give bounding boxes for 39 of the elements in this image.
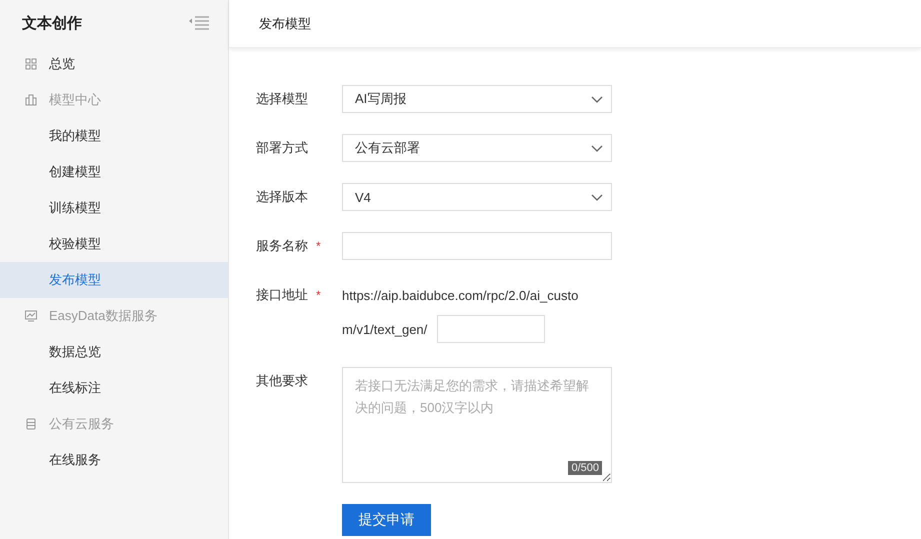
- chart-icon: [25, 310, 37, 322]
- submit-button[interactable]: 提交申请: [342, 504, 431, 536]
- nav-group-label: EasyData数据服务: [49, 307, 158, 325]
- field-label: 选择版本: [256, 188, 308, 206]
- nav-item[interactable]: 数据总览: [0, 334, 228, 370]
- chevron-down-icon: [591, 96, 603, 102]
- grid-icon: [25, 58, 37, 70]
- select-field[interactable]: V4: [342, 183, 612, 211]
- chevron-down-icon: [591, 144, 603, 152]
- nav-item[interactable]: 在线服务: [0, 442, 228, 478]
- input-field[interactable]: [342, 232, 612, 260]
- field-label: 服务名称: [256, 237, 308, 255]
- required-mark: *: [316, 239, 321, 253]
- select-field[interactable]: 公有云部署: [342, 134, 612, 162]
- field-label: 部署方式: [256, 139, 308, 157]
- nav-item[interactable]: 创建模型: [0, 154, 228, 190]
- nav-item[interactable]: 训练模型: [0, 190, 228, 226]
- field-label: 选择模型: [256, 90, 308, 108]
- url-text: https://aip.baidubce.com/rpc/2.0/ai_custo: [342, 288, 578, 302]
- input-field[interactable]: [437, 315, 546, 343]
- select-field[interactable]: AI写周报: [342, 85, 612, 113]
- nav-item[interactable]: 校验模型: [0, 226, 228, 262]
- collapse-menu-icon[interactable]: [189, 16, 210, 30]
- nav-group-label: 模型中心: [49, 91, 101, 109]
- chevron-down-icon: [591, 194, 603, 200]
- nav-item[interactable]: 在线标注: [0, 370, 228, 406]
- field-label: 接口地址: [256, 286, 308, 304]
- char-counter: 0/500: [568, 461, 602, 475]
- field-label: 其他要求: [256, 372, 308, 390]
- required-mark: *: [316, 288, 321, 302]
- nav-group-label: 公有云服务: [49, 415, 114, 433]
- page-title: 发布模型: [259, 14, 311, 32]
- database-icon: [25, 418, 37, 430]
- nav-item[interactable]: 总览: [0, 46, 228, 82]
- building-icon: [25, 94, 37, 106]
- nav-item[interactable]: 我的模型: [0, 118, 228, 154]
- nav-item[interactable]: 发布模型: [0, 262, 228, 298]
- url-text: m/v1/text_gen/: [342, 322, 428, 336]
- sidebar-title: 文本创作: [22, 14, 82, 32]
